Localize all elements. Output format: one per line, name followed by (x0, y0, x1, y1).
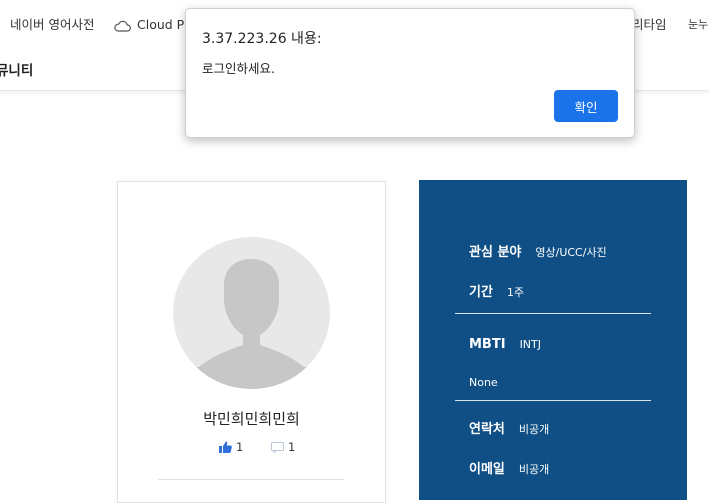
profile-info-panel: 관심 분야 영상/UCC/사진 기간 1주 MBTI INTJ None 연락처 비공개… (419, 180, 687, 500)
dialog-message: 로그인하세요. (202, 61, 275, 76)
mbti-extra-value: None (469, 376, 498, 389)
panel-divider (455, 400, 651, 401)
like-count-value: 1 (236, 440, 244, 454)
bookmark-cloud-pc[interactable]: Cloud PC (114, 16, 193, 34)
cloud-icon (114, 20, 131, 32)
bookmark-naver-dictionary[interactable]: 네이버 영어사전 (10, 16, 94, 34)
nav-community-link[interactable]: 뮤니티 (0, 59, 33, 79)
interest-row: 관심 분야 영상/UCC/사진 (469, 241, 607, 260)
interest-label: 관심 분야 (469, 245, 522, 260)
panel-divider (455, 313, 651, 314)
contact-value: 비공개 (518, 423, 550, 436)
ok-button[interactable]: 확인 (554, 90, 618, 122)
user-silhouette-icon (173, 259, 330, 389)
like-count[interactable]: 1 (219, 440, 243, 454)
mbti-value: INTJ (519, 338, 541, 351)
comment-count[interactable]: 1 (271, 440, 295, 454)
period-row: 기간 1주 (469, 281, 524, 300)
bookmark-everytime[interactable]: 리타임 (632, 16, 667, 34)
contact-label: 연락처 (469, 422, 505, 437)
bookmark-noonnu[interactable]: 눈누 (688, 16, 708, 34)
thumbs-up-icon (219, 441, 232, 453)
email-row: 이메일 비공개 (469, 458, 549, 477)
interest-value: 영상/UCC/사진 (535, 246, 607, 259)
email-value: 비공개 (518, 463, 550, 476)
profile-name: 박민희민희민희 (203, 410, 300, 428)
alert-dialog: 3.37.223.26 내용: 로그인하세요. 확인 (185, 8, 635, 138)
mbti-label: MBTI (469, 337, 506, 352)
mbti-row: MBTI INTJ (469, 333, 541, 352)
mbti-extra-row: None (469, 371, 498, 390)
avatar (173, 237, 330, 389)
profile-card: 박민희민희민희 1 1 (117, 181, 386, 503)
period-value: 1주 (506, 286, 525, 299)
period-label: 기간 (469, 285, 493, 300)
comment-count-value: 1 (288, 440, 296, 454)
comment-icon (271, 442, 284, 454)
contact-row: 연락처 비공개 (469, 418, 549, 437)
email-label: 이메일 (469, 462, 505, 477)
profile-stats: 1 1 (118, 440, 385, 460)
dialog-title: 3.37.223.26 내용: (202, 31, 322, 47)
